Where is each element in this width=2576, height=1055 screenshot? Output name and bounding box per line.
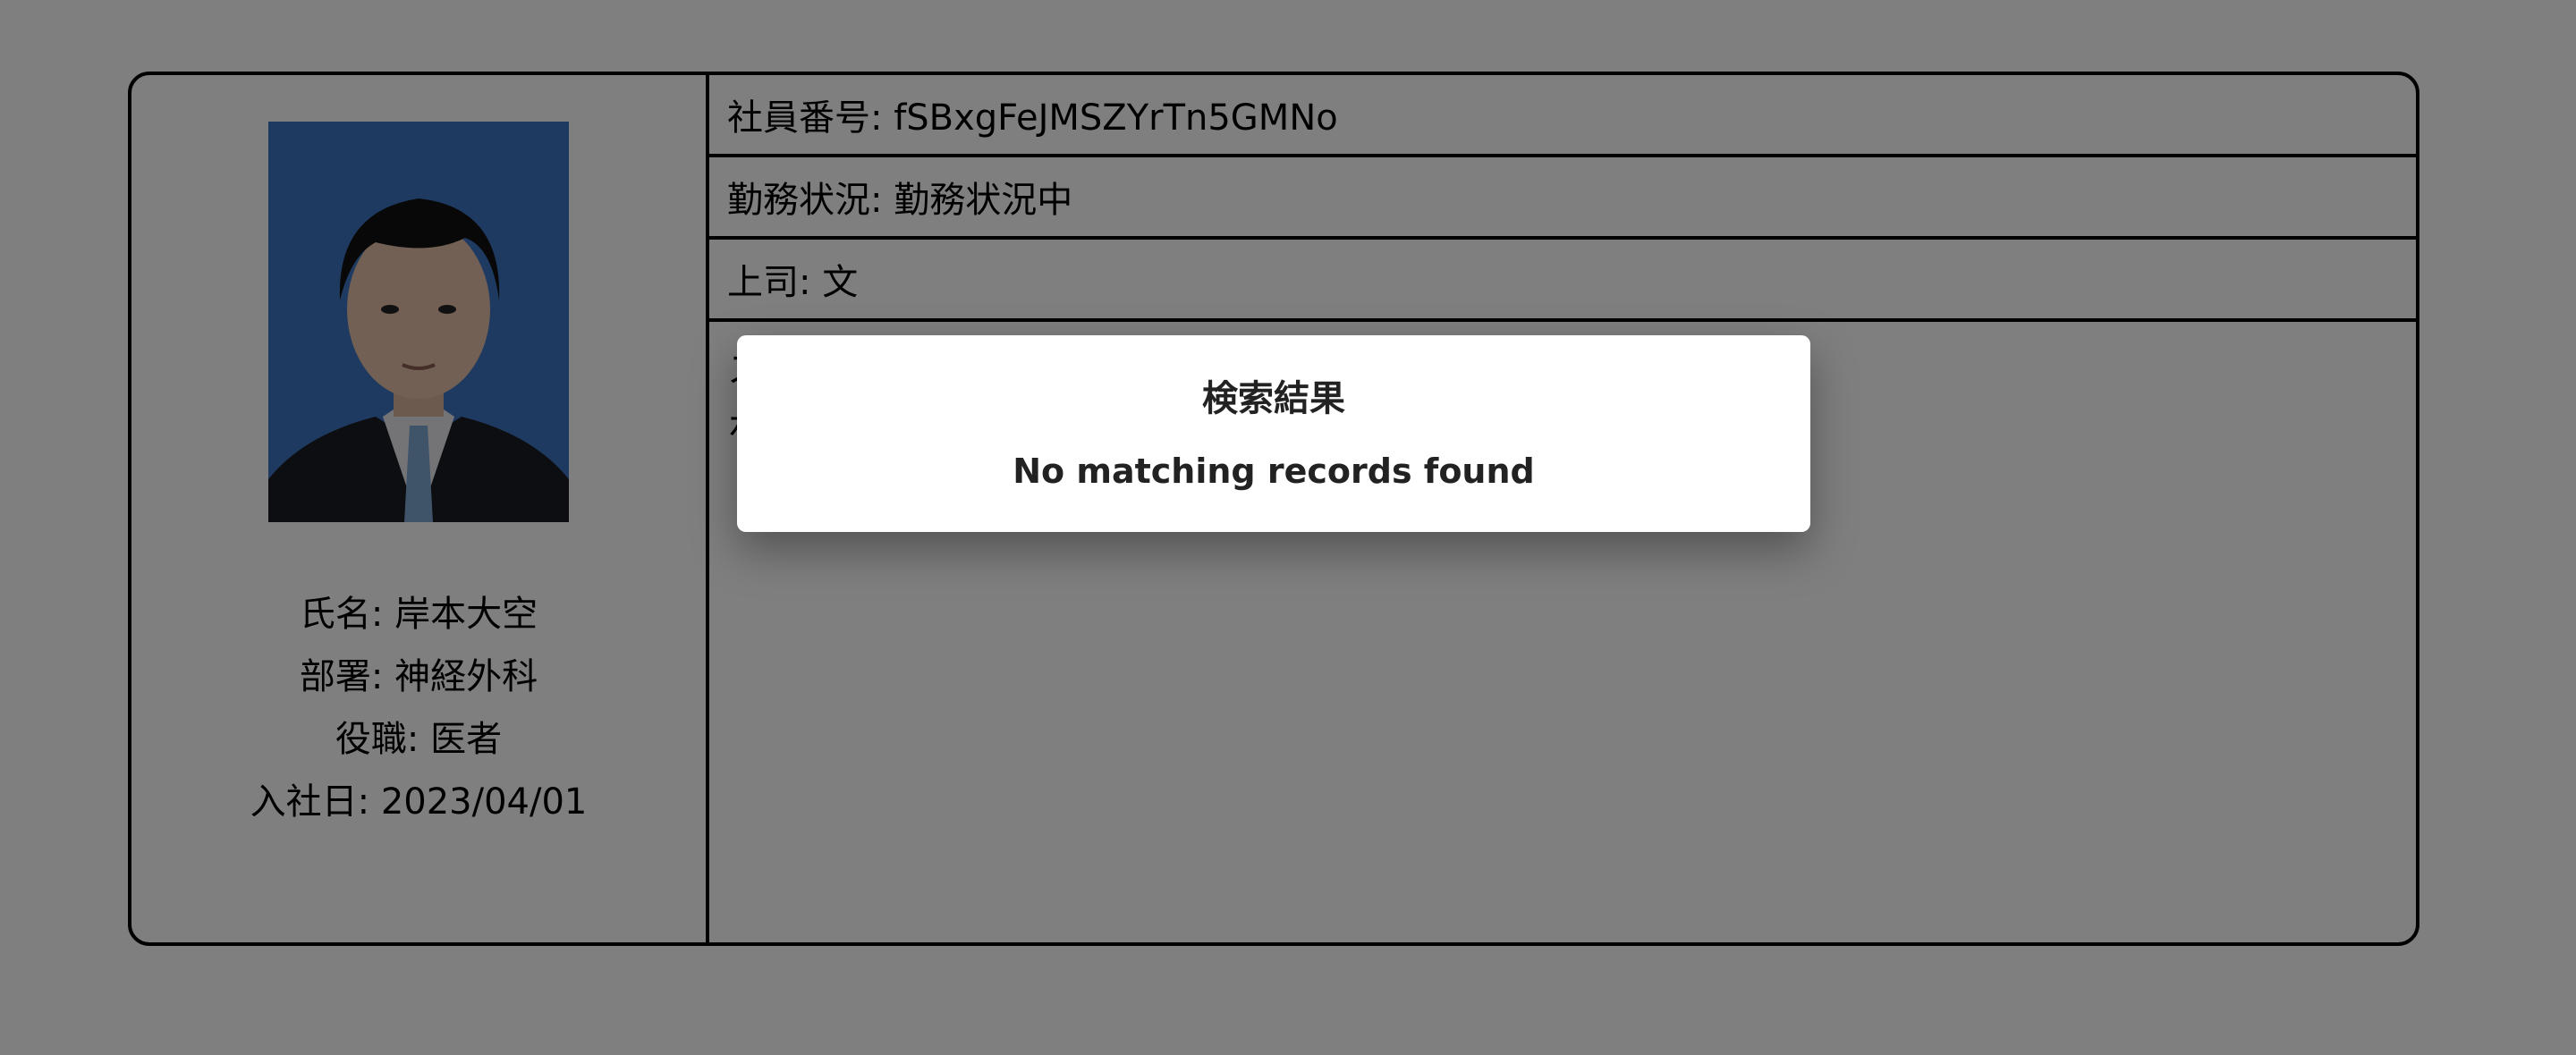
dialog-message: No matching records found <box>1013 452 1535 491</box>
search-result-dialog: 検索結果 No matching records found <box>737 335 1810 532</box>
dialog-title: 検索結果 <box>1202 378 1345 419</box>
page: 氏名: 岸本大空 部署: 神経外科 役職: 医者 入社日: 2023/04/01… <box>0 0 2576 1055</box>
